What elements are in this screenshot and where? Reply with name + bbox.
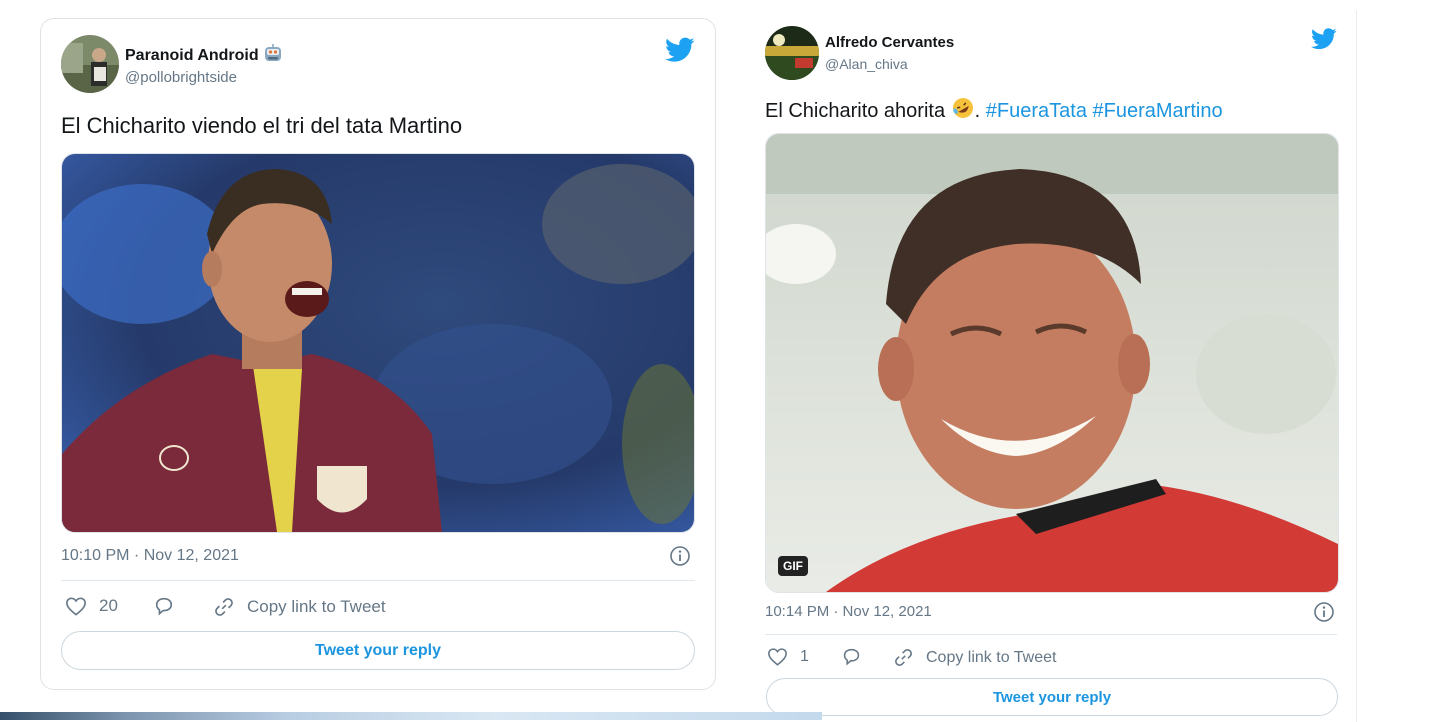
copy-link-label: Copy link to Tweet — [926, 648, 1057, 666]
divider — [765, 634, 1337, 635]
tweet-your-reply-button[interactable]: Tweet your reply — [61, 631, 695, 670]
reply-button[interactable] — [841, 647, 862, 666]
user-handle[interactable]: @pollobrightside — [125, 69, 237, 86]
reply-bubble-icon — [153, 596, 175, 616]
copy-link-label: Copy link to Tweet — [247, 597, 386, 616]
display-name[interactable]: Paranoid Android — [125, 43, 283, 68]
tweet-gif[interactable]: GIF — [765, 133, 1339, 593]
info-icon[interactable] — [669, 545, 691, 572]
hashtag-link[interactable]: #FueraTata — [986, 100, 1087, 122]
rolling-on-floor-laughing-emoji-icon — [951, 96, 975, 126]
heart-icon — [65, 596, 87, 616]
like-button[interactable]: 1 — [767, 647, 809, 666]
twitter-bird-icon[interactable] — [1311, 28, 1337, 55]
user-handle[interactable]: @Alan_chiva — [825, 56, 908, 72]
tweet-photo[interactable] — [61, 153, 695, 533]
like-count: 1 — [800, 647, 809, 665]
tweet-text: El Chicharito viendo el tri del tata Mar… — [61, 113, 463, 138]
reply-bubble-icon — [841, 647, 862, 666]
avatar[interactable] — [765, 26, 819, 80]
tweet-your-reply-button[interactable]: Tweet your reply — [766, 678, 1338, 716]
hashtag-link[interactable]: #FueraMartino — [1093, 100, 1223, 122]
copy-link-button[interactable]: Copy link to Tweet — [893, 647, 1056, 668]
display-name[interactable]: Alfredo Cervantes — [825, 34, 954, 51]
twitter-bird-icon[interactable] — [665, 37, 695, 68]
avatar[interactable] — [61, 35, 119, 93]
background-image-strip — [0, 712, 822, 720]
tweet-text: El Chicharito ahorita . #FueraTata #Fuer… — [765, 96, 1223, 126]
tweet-card-1: Paranoid Android @pollobrightside El Chi… — [40, 18, 716, 690]
copy-link-button[interactable]: Copy link to Tweet — [213, 596, 386, 618]
link-icon — [893, 647, 914, 668]
like-button[interactable]: 20 — [65, 596, 118, 616]
timestamp[interactable]: 10:14 PM · Nov 12, 2021 — [765, 603, 932, 620]
timestamp[interactable]: 10:10 PM · Nov 12, 2021 — [61, 547, 239, 565]
heart-icon — [767, 647, 788, 666]
link-icon — [213, 596, 235, 618]
divider — [61, 580, 695, 581]
reply-button[interactable] — [153, 596, 175, 616]
like-count: 20 — [99, 596, 118, 615]
info-icon[interactable] — [1313, 601, 1335, 628]
robot-emoji-icon — [263, 43, 283, 68]
tweet-card-2: Alfredo Cervantes @Alan_chiva El Chichar… — [745, 10, 1357, 722]
gif-badge: GIF — [778, 556, 808, 576]
